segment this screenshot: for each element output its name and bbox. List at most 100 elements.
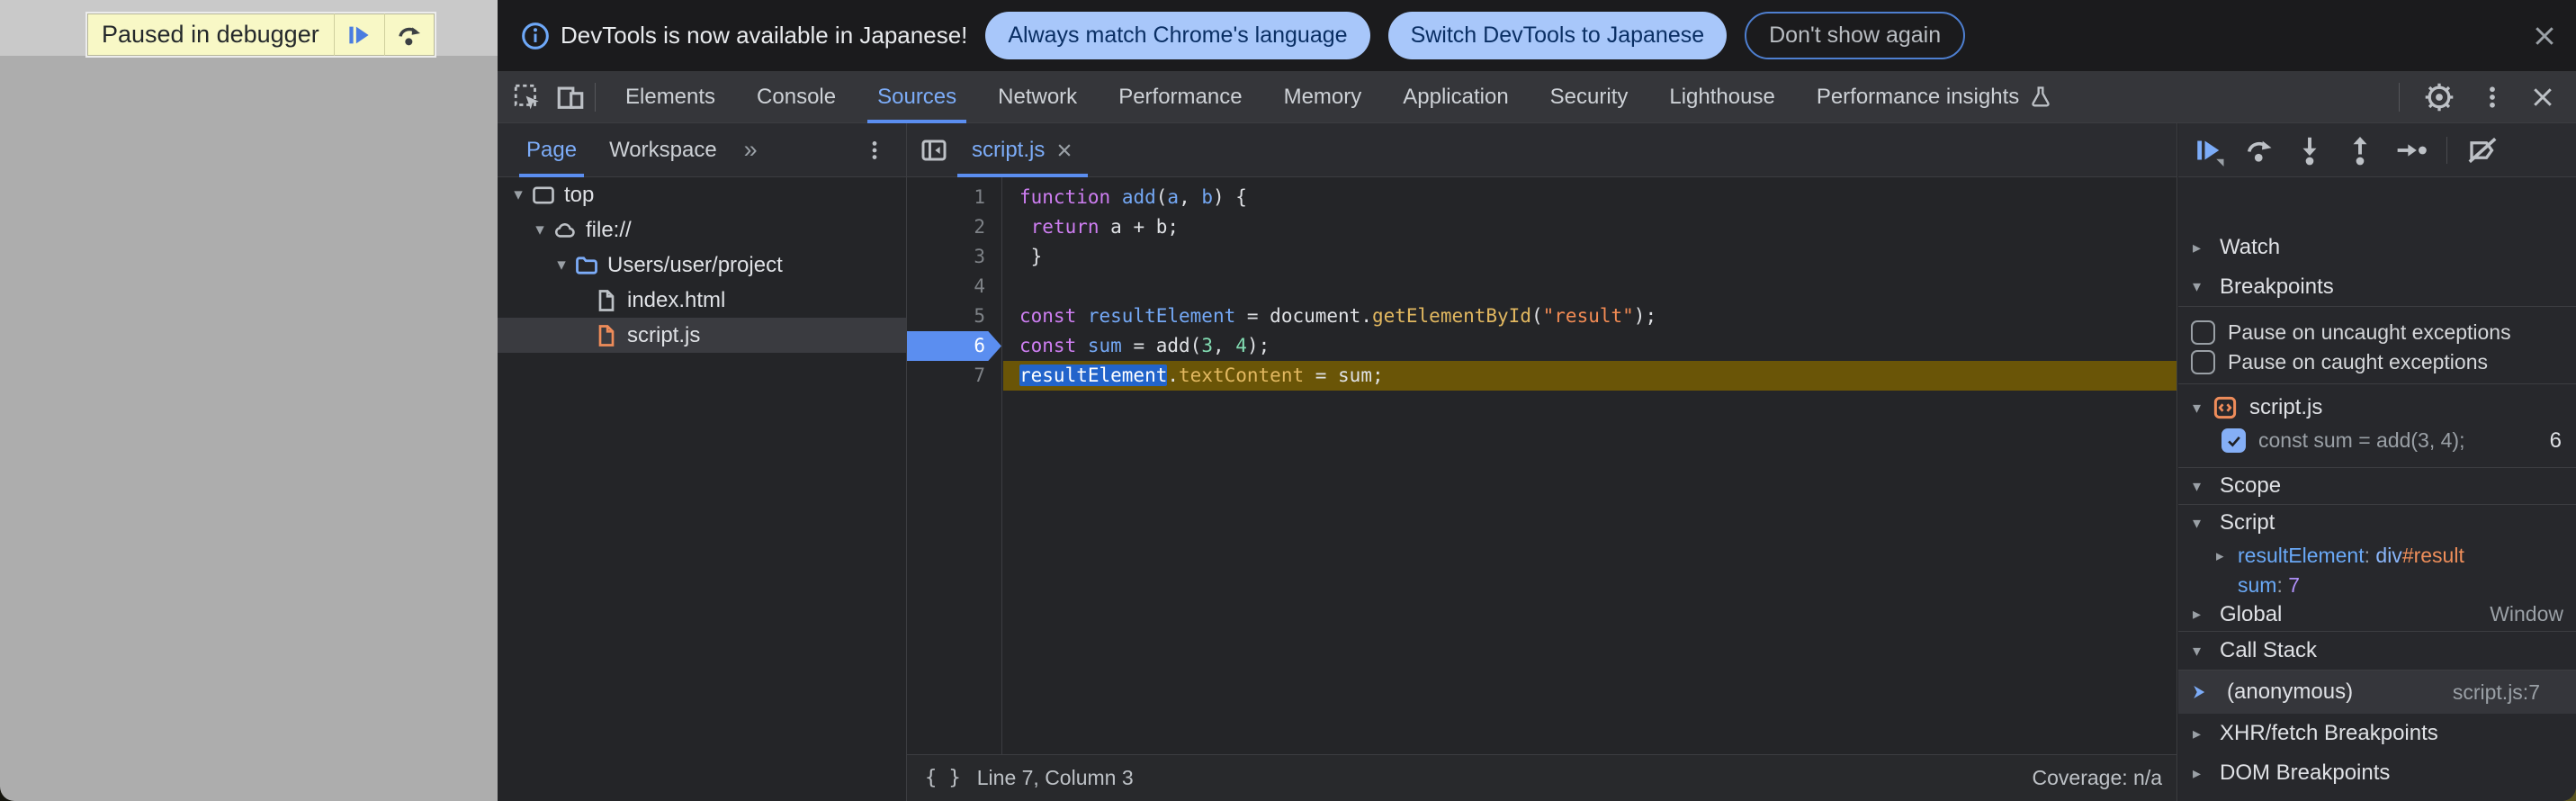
pretty-print-icon[interactable]: { } <box>925 767 961 789</box>
device-toolbar-icon[interactable] <box>555 82 586 112</box>
tab-console[interactable]: Console <box>736 71 857 123</box>
tree-item-top[interactable]: ▾ top <box>498 177 906 212</box>
devtools-close-icon[interactable] <box>2529 84 2556 111</box>
switch-to-japanese-button[interactable]: Switch DevTools to Japanese <box>1388 12 1728 59</box>
code-area[interactable]: function add(a, b) { return a + b; } con… <box>1003 177 2177 754</box>
breakpoint-checkbox-checked[interactable] <box>2221 428 2246 453</box>
tab-lighthouse[interactable]: Lighthouse <box>1648 71 1795 123</box>
folder-icon <box>573 253 600 278</box>
code-line: function add(a, b) { <box>1003 183 2177 212</box>
tab-performance[interactable]: Performance <box>1098 71 1262 123</box>
step-over-button-banner[interactable] <box>384 14 435 56</box>
editor-status-bar: { } Line 7, Column 3 Coverage: n/a <box>907 754 2177 801</box>
section-xhr-breakpoints[interactable]: ▸ XHR/fetch Breakpoints <box>2178 714 2576 753</box>
dont-show-again-button[interactable]: Don't show again <box>1745 12 1965 59</box>
inspect-icon[interactable] <box>512 82 543 112</box>
browser-window: Paused in debugger <box>0 0 2576 801</box>
cloud-icon <box>552 218 579 243</box>
cursor-position: Line 7, Column 3 <box>977 766 1134 790</box>
tree-item-script-js[interactable]: script.js <box>498 318 906 353</box>
tree-item-file-protocol[interactable]: ▾ file:// <box>498 212 906 248</box>
devtools: DevTools is now available in Japanese! A… <box>498 0 2576 801</box>
line-number: 7 <box>907 361 1001 391</box>
expanded-triangle-icon: ▾ <box>2193 399 2201 418</box>
breakpoint-entry[interactable]: const sum = add(3, 4); 6 <box>2178 426 2576 455</box>
editor-tab-script-js[interactable]: script.js <box>957 123 1088 177</box>
deactivate-breakpoints-icon[interactable] <box>2465 134 2500 166</box>
match-chrome-language-button[interactable]: Always match Chrome's language <box>985 12 1369 59</box>
pause-uncaught-checkbox[interactable] <box>2191 320 2215 345</box>
tab-elements[interactable]: Elements <box>605 71 736 123</box>
line-number: 2 <box>907 212 1001 242</box>
collapsed-triangle-icon: ▸ <box>2193 764 2209 783</box>
notification-close-icon[interactable] <box>2531 22 2558 50</box>
pause-caught-checkbox[interactable] <box>2191 350 2215 374</box>
paused-banner-label: Paused in debugger <box>87 14 334 56</box>
breakpoint-marker[interactable]: 6 <box>907 331 1001 361</box>
resume-script-icon[interactable] <box>2193 134 2225 166</box>
spacer <box>2178 377 2576 384</box>
collapsed-triangle-icon: ▸ <box>2193 238 2209 257</box>
tree-item-index-html[interactable]: index.html <box>498 283 906 318</box>
info-icon <box>521 22 550 50</box>
section-breakpoints[interactable]: ▾ Breakpoints <box>2178 267 2576 307</box>
section-scope[interactable]: ▾ Scope <box>2178 467 2576 505</box>
toolbar-right-controls <box>2399 81 2576 113</box>
navigator-header: Page Workspace » <box>498 123 906 177</box>
tab-close-icon[interactable] <box>1055 141 1073 159</box>
expander-icon[interactable]: ▾ <box>552 255 571 275</box>
scope-global-row[interactable]: ▸ Global Window <box>2178 599 2576 629</box>
debugger-sidebar: ▸ Watch ▾ Breakpoints Pause on uncaught … <box>2178 123 2576 801</box>
more-tabs-icon[interactable]: » <box>744 136 756 164</box>
navigator-kebab-icon[interactable] <box>863 139 886 162</box>
tab-sources[interactable]: Sources <box>857 71 977 123</box>
tab-memory[interactable]: Memory <box>1263 71 1383 123</box>
tab-network[interactable]: Network <box>977 71 1098 123</box>
collapsed-triangle-icon: ▸ <box>2193 724 2209 743</box>
more-options-kebab-icon[interactable] <box>2479 84 2506 111</box>
controls-separator <box>2446 137 2447 164</box>
line-number: 4 <box>907 272 1001 302</box>
hide-navigator-icon[interactable] <box>920 136 948 165</box>
expander-icon[interactable]: ▾ <box>530 220 550 240</box>
navigator-tab-page[interactable]: Page <box>523 123 580 177</box>
expander-icon[interactable]: ▾ <box>508 184 528 205</box>
section-call-stack[interactable]: ▾ Call Stack <box>2178 631 2576 670</box>
call-stack-frame[interactable]: (anonymous) script.js:7 <box>2178 670 2576 714</box>
file-tree: ▾ top ▾ file:// <box>498 177 906 801</box>
step-into-icon[interactable] <box>2293 134 2326 166</box>
resume-script-button[interactable] <box>334 14 384 56</box>
toolbar-separator <box>595 83 596 112</box>
step-out-icon[interactable] <box>2344 134 2376 166</box>
line-number: 3 <box>907 242 1001 272</box>
step-over-icon[interactable] <box>2243 134 2275 166</box>
breakpoint-file-group[interactable]: ▾ script.js <box>2178 384 2576 426</box>
script-source-icon <box>2212 394 2239 421</box>
tab-security[interactable]: Security <box>1530 71 1649 123</box>
settings-gear-icon[interactable] <box>2423 81 2455 113</box>
pause-caught-row: Pause on caught exceptions <box>2178 347 2576 377</box>
line-number-gutter[interactable]: 1 2 3 4 5 6 7 <box>907 177 1002 754</box>
collapsed-triangle-icon: ▸ <box>2216 547 2238 565</box>
step-over-icon <box>395 21 424 50</box>
tab-application[interactable]: Application <box>1382 71 1529 123</box>
navigator-tab-workspace[interactable]: Workspace <box>606 123 721 177</box>
line-number: 5 <box>907 302 1001 331</box>
tree-item-project-folder[interactable]: ▾ Users/user/project <box>498 248 906 283</box>
scope-var-sum[interactable]: sum: 7 <box>2178 571 2576 599</box>
file-icon <box>593 288 620 313</box>
expanded-triangle-icon: ▾ <box>2193 514 2209 533</box>
screen: Paused in debugger <box>0 0 2576 801</box>
scope-var-resultElement[interactable]: ▸ resultElement: div#result <box>2178 541 2576 571</box>
global-scope-value: Window <box>2490 602 2563 626</box>
flask-icon <box>2028 85 2053 110</box>
breakpoint-line-number: 6 <box>2550 428 2562 454</box>
code-line: return a + b; <box>1003 212 2177 242</box>
scope-script-row[interactable]: ▾ Script <box>2178 505 2576 541</box>
editor-tab-strip: script.js <box>907 123 2177 177</box>
debugger-sections: ▸ Watch ▾ Breakpoints Pause on uncaught … <box>2178 177 2576 801</box>
section-dom-breakpoints[interactable]: ▸ DOM Breakpoints <box>2178 753 2576 793</box>
tab-performance-insights[interactable]: Performance insights <box>1796 71 2074 123</box>
section-watch[interactable]: ▸ Watch <box>2178 228 2576 267</box>
step-icon[interactable] <box>2394 134 2428 166</box>
